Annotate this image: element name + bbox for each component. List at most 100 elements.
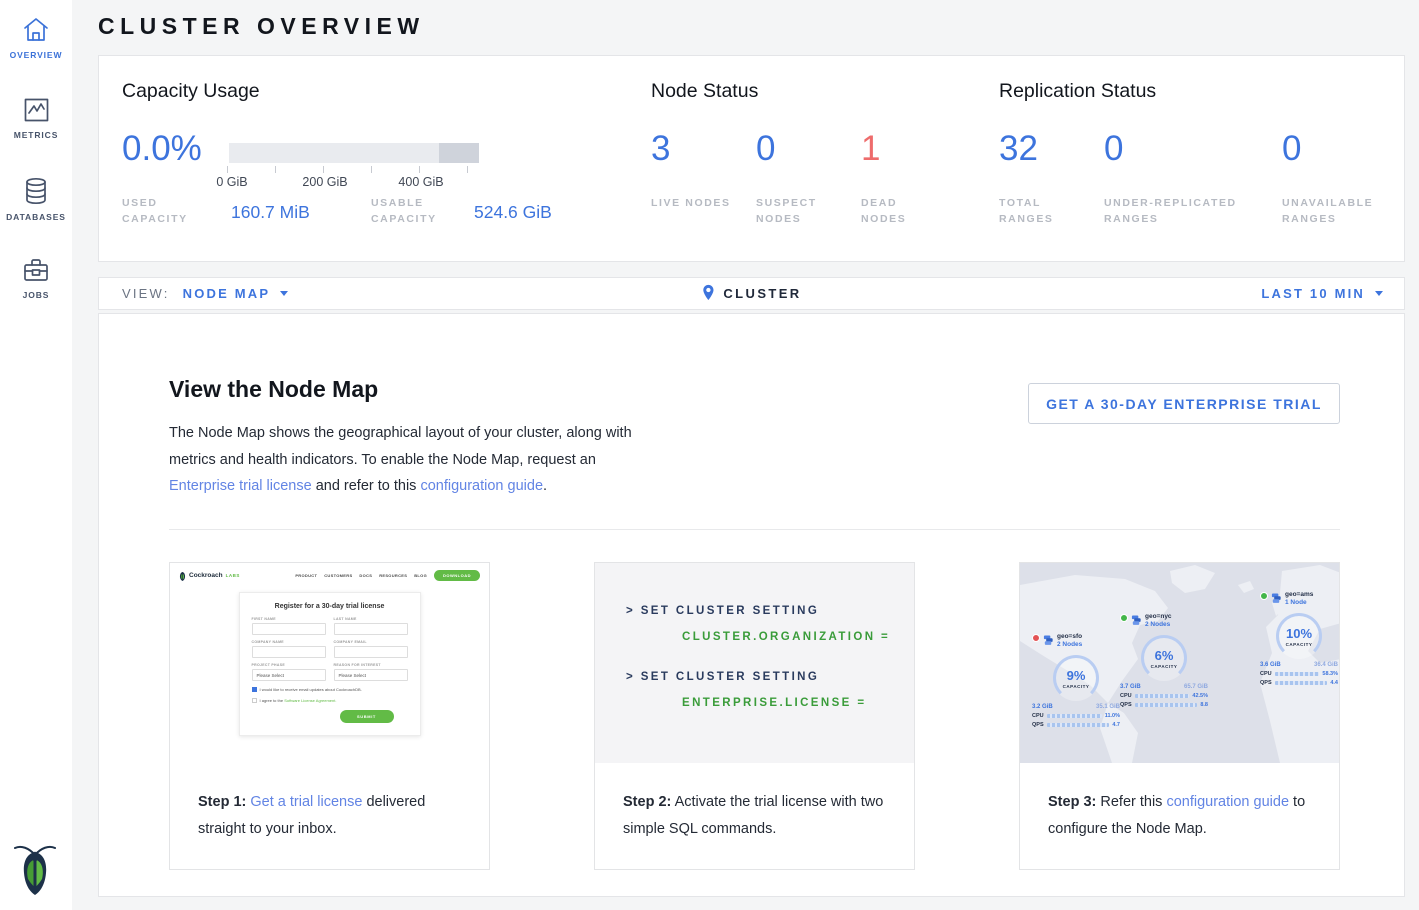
node-status-title: Node Status bbox=[651, 80, 758, 103]
unavailable-ranges-label: UNAVAILABLE RANGES bbox=[1282, 195, 1392, 227]
node-stack-icon bbox=[1131, 613, 1142, 631]
briefcase-icon bbox=[22, 257, 50, 283]
view-label: VIEW: bbox=[122, 286, 170, 301]
status-dot-live bbox=[1260, 592, 1268, 600]
sidebar-item-label: JOBS bbox=[23, 290, 50, 300]
enterprise-trial-license-link[interactable]: Enterprise trial license bbox=[169, 478, 312, 494]
sidebar-item-label: DATABASES bbox=[6, 212, 66, 222]
live-nodes-value: 3 bbox=[651, 129, 670, 169]
dead-nodes-value: 1 bbox=[861, 129, 880, 169]
capacity-usage-title: Capacity Usage bbox=[122, 80, 260, 103]
axis-tick bbox=[323, 166, 324, 173]
mini-checkbox-label: I would like to receive email updates ab… bbox=[260, 687, 362, 692]
mini-checkbox-label: I agree to the Software License Agreemen… bbox=[260, 698, 337, 703]
step1-screenshot: Cockroach LABS PRODUCT CUSTOMERS DOCS RE… bbox=[170, 563, 489, 763]
capacity-used-percent: 0.0% bbox=[122, 129, 202, 169]
used-capacity-label: USED CAPACITY bbox=[122, 195, 212, 227]
capacity-bar-chart bbox=[229, 143, 479, 163]
step1-card: Cockroach LABS PRODUCT CUSTOMERS DOCS RE… bbox=[169, 562, 490, 870]
cockroachdb-logo bbox=[14, 842, 56, 896]
sidebar-item-label: OVERVIEW bbox=[10, 50, 63, 60]
mini-site-brand: Cockroach LABS bbox=[179, 571, 240, 581]
qps-bar bbox=[1275, 681, 1327, 685]
mini-text-field bbox=[334, 646, 408, 658]
mini-field-label: FIRST NAME bbox=[252, 617, 326, 621]
axis-label-400: 400 GiB bbox=[398, 175, 443, 189]
get-trial-license-link[interactable]: Get a trial license bbox=[250, 794, 362, 810]
mini-checkbox-row: I would like to receive email updates ab… bbox=[252, 687, 408, 692]
axis-label-200: 200 GiB bbox=[302, 175, 347, 189]
time-range-value: LAST 10 MIN bbox=[1261, 286, 1365, 301]
mini-field-label: COMPANY EMAIL bbox=[334, 640, 408, 644]
mini-checkbox-checked bbox=[252, 687, 257, 692]
step1-caption: Step 1: Get a trial license delivered st… bbox=[170, 763, 489, 842]
locality-name: geo=ams bbox=[1285, 591, 1313, 599]
suspect-nodes-label: SUSPECT NODES bbox=[756, 195, 836, 227]
mini-site-nav: PRODUCT CUSTOMERS DOCS RESOURCES BLOG DO… bbox=[295, 570, 480, 581]
total-ranges-value: 32 bbox=[999, 129, 1038, 169]
mini-download-button: DOWNLOAD bbox=[434, 570, 480, 581]
page-title: CLUSTER OVERVIEW bbox=[98, 13, 425, 40]
divider bbox=[169, 529, 1340, 530]
axis-tick bbox=[227, 166, 228, 173]
total-ranges-label: TOTAL RANGES bbox=[999, 195, 1079, 227]
time-range-dropdown[interactable]: LAST 10 MIN bbox=[1261, 278, 1383, 309]
sidebar-item-metrics[interactable]: METRICS bbox=[0, 97, 72, 140]
cpu-bar bbox=[1047, 714, 1102, 718]
mini-nav-item: RESOURCES bbox=[379, 573, 407, 578]
node-map-panel: View the Node Map The Node Map shows the… bbox=[98, 313, 1405, 897]
axis-tick bbox=[467, 166, 468, 173]
metrics-icon bbox=[23, 97, 50, 123]
view-selected-value: NODE MAP bbox=[183, 286, 271, 301]
breadcrumb: CLUSTER bbox=[701, 278, 801, 309]
axis-tick bbox=[419, 166, 420, 173]
mini-nav-item: PRODUCT bbox=[295, 573, 317, 578]
sql-command: > SET CLUSTER SETTING bbox=[626, 605, 914, 617]
suspect-nodes-value: 0 bbox=[756, 129, 775, 169]
step3-label: Step 3: bbox=[1048, 794, 1096, 810]
chevron-down-icon bbox=[280, 291, 288, 296]
step2-sql-snippet: > SET CLUSTER SETTING CLUSTER.ORGANIZATI… bbox=[595, 563, 914, 763]
map-node-sfo: geo=sfo 2 Nodes 9% CAPACITY 3.2 GiB35.1 … bbox=[1032, 633, 1120, 728]
description-text: The Node Map shows the geographical layo… bbox=[169, 425, 632, 468]
locality-name: geo=sfo bbox=[1057, 633, 1082, 641]
sql-argument: CLUSTER.ORGANIZATION = bbox=[682, 631, 914, 643]
sidebar-item-jobs[interactable]: JOBS bbox=[0, 257, 72, 300]
qps-bar bbox=[1135, 703, 1197, 707]
view-selector-dropdown[interactable]: NODE MAP bbox=[183, 286, 289, 301]
replication-status-title: Replication Status bbox=[999, 80, 1156, 103]
step2-caption: Step 2: Activate the trial license with … bbox=[595, 763, 914, 842]
mini-nav-item: BLOG bbox=[414, 573, 427, 578]
under-replicated-ranges-label: UNDER-REPLICATED RANGES bbox=[1104, 195, 1256, 227]
configuration-guide-link[interactable]: configuration guide bbox=[1166, 794, 1289, 810]
sidebar-item-databases[interactable]: DATABASES bbox=[0, 177, 72, 222]
mini-submit-button: SUBMIT bbox=[340, 710, 394, 723]
step3-caption: Step 3: Refer this configuration guide t… bbox=[1020, 763, 1339, 842]
configuration-guide-link[interactable]: configuration guide bbox=[420, 478, 543, 494]
used-capacity-value: 160.7 MiB bbox=[231, 202, 310, 223]
node-count: 2 Nodes bbox=[1145, 621, 1172, 629]
mini-field-label: PROJECT PHASE bbox=[252, 663, 326, 667]
mini-field-label: COMPANY NAME bbox=[252, 640, 326, 644]
node-stack-icon bbox=[1043, 633, 1054, 651]
sidebar: OVERVIEW METRICS DATABASES bbox=[0, 0, 72, 910]
axis-tick bbox=[275, 166, 276, 173]
enterprise-trial-button[interactable]: GET A 30-DAY ENTERPRISE TRIAL bbox=[1028, 383, 1340, 424]
mini-text-field bbox=[252, 646, 326, 658]
step1-label: Step 1: bbox=[198, 794, 246, 810]
capacity-arc: 9% CAPACITY bbox=[1053, 655, 1099, 701]
chevron-down-icon bbox=[1375, 291, 1383, 296]
section-title: View the Node Map bbox=[169, 376, 378, 403]
cpu-bar bbox=[1275, 672, 1319, 676]
steps-row: Cockroach LABS PRODUCT CUSTOMERS DOCS RE… bbox=[169, 562, 1340, 870]
status-dot-live bbox=[1120, 614, 1128, 622]
usable-capacity-value: 524.6 GiB bbox=[474, 202, 552, 223]
sidebar-item-overview[interactable]: OVERVIEW bbox=[0, 16, 72, 60]
database-icon bbox=[23, 177, 49, 205]
locality-name: geo=nyc bbox=[1145, 613, 1172, 621]
mini-site-header: Cockroach LABS PRODUCT CUSTOMERS DOCS RE… bbox=[170, 563, 489, 581]
cluster-summary-panel: Capacity Usage 0.0% 0 GiB 200 GiB 400 Gi… bbox=[98, 55, 1405, 262]
description-text: and refer to this bbox=[316, 478, 417, 494]
breadcrumb-cluster: CLUSTER bbox=[723, 286, 801, 301]
section-description: The Node Map shows the geographical layo… bbox=[169, 420, 637, 500]
